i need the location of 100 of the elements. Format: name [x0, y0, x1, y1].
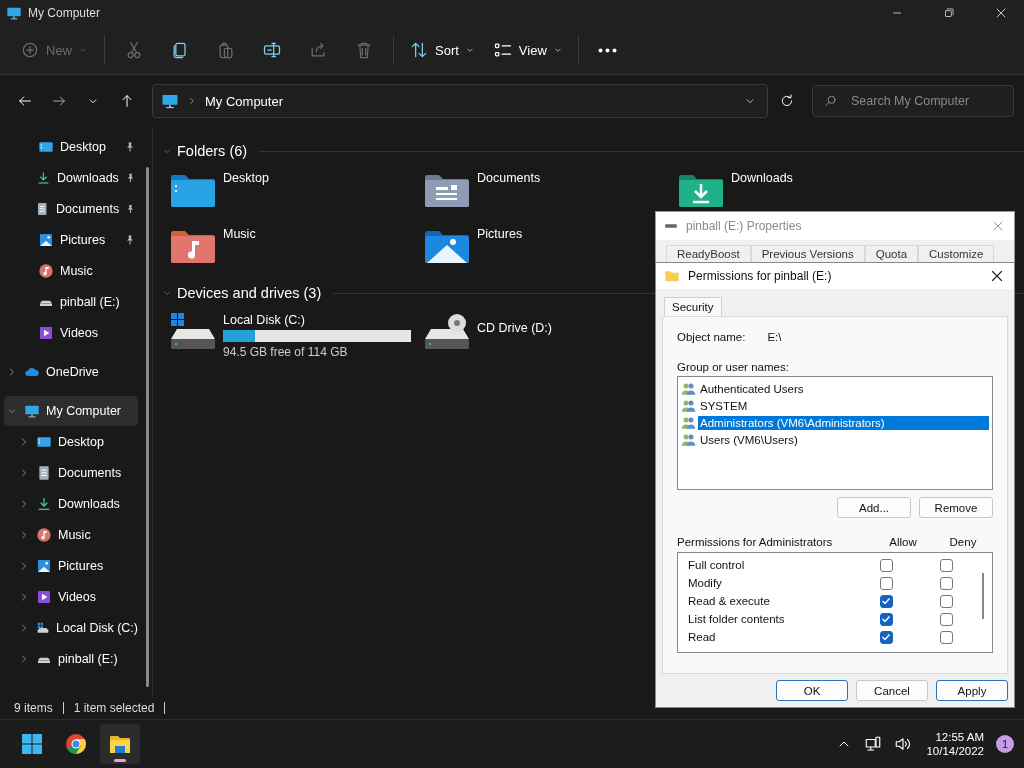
chevron-icon [187, 96, 197, 106]
computer-icon [161, 92, 179, 110]
checkbox[interactable] [939, 576, 953, 590]
download-icon [36, 496, 52, 512]
sidebar-item[interactable]: pinball (E:) [4, 644, 138, 674]
users-icon [681, 381, 696, 396]
refresh-icon [779, 93, 795, 109]
item-count: 9 items [14, 701, 53, 715]
search-field[interactable]: Search My Computer [812, 85, 1014, 117]
permission-name: List folder contents [688, 613, 786, 625]
monitor-icon [38, 139, 54, 155]
sidebar-item[interactable]: My Computer [4, 396, 138, 426]
dialog-button[interactable]: Cancel [856, 680, 928, 701]
more-icon [598, 47, 618, 53]
plus-icon [20, 40, 40, 60]
folder-item[interactable]: Music [169, 225, 423, 271]
sidebar-item[interactable]: Downloads [4, 163, 138, 193]
address-bar[interactable]: My Computer [152, 84, 768, 118]
document-icon [36, 465, 52, 481]
checkbox[interactable] [879, 630, 893, 644]
folder-item[interactable]: Documents [423, 169, 677, 215]
start-icon [20, 732, 44, 756]
picture-icon [38, 232, 54, 248]
sidebar-item[interactable]: Pictures [4, 225, 138, 255]
list-item[interactable]: Users (VM6\Users) [698, 432, 989, 447]
folder-item[interactable]: Downloads [677, 169, 931, 215]
dialog-tab[interactable]: Security [664, 297, 722, 316]
column-header: Deny [948, 536, 978, 548]
monitor-icon [36, 434, 52, 450]
clock-time[interactable]: 12:55 AM [935, 731, 984, 743]
list-item[interactable]: SYSTEM [698, 398, 989, 413]
checkbox[interactable] [939, 612, 953, 626]
rename-icon [262, 40, 282, 60]
sidebar-item[interactable]: Documents [4, 458, 138, 488]
sidebar-item[interactable]: Desktop [4, 132, 138, 162]
dialog-button[interactable]: Add... [837, 497, 911, 518]
check-icon [882, 616, 890, 622]
picture-icon [36, 558, 52, 574]
sidebar-item[interactable]: Local Disk (C:) [4, 613, 138, 643]
notification-badge[interactable]: 1 [996, 735, 1014, 753]
list-item[interactable]: Authenticated Users [698, 381, 989, 396]
checkbox[interactable] [879, 594, 893, 608]
field-label: Object name: [677, 331, 746, 343]
up-icon [119, 93, 135, 109]
sidebar-item[interactable]: Music [4, 520, 138, 550]
dialog-button[interactable]: OK [776, 680, 848, 701]
computer-icon [6, 5, 22, 21]
sidebar-item[interactable]: Downloads [4, 489, 138, 519]
section-title[interactable]: Folders (6) [177, 143, 248, 159]
sidebar-item[interactable]: Documents [4, 194, 138, 224]
checkbox[interactable] [879, 576, 893, 590]
checkbox[interactable] [939, 594, 953, 608]
folder-item[interactable]: Desktop [169, 169, 423, 215]
sidebar-item[interactable]: OneDrive [4, 357, 138, 387]
dialog-title: Permissions for pinball (E:) [688, 269, 832, 283]
sidebar-item[interactable]: Videos [4, 318, 138, 348]
sidebar-item[interactable]: Music [4, 256, 138, 286]
network-icon[interactable] [864, 735, 883, 753]
hard-drive-icon [36, 620, 51, 636]
column-header: Allow [888, 536, 918, 548]
taskbar-app[interactable] [100, 724, 140, 764]
sidebar-item[interactable]: Videos [4, 582, 138, 612]
video-icon [36, 589, 52, 605]
checkbox[interactable] [939, 630, 953, 644]
selection-count: 1 item selected [73, 701, 155, 715]
sort-icon [409, 40, 429, 60]
permission-name: Read & execute [688, 595, 771, 607]
dialog-button[interactable]: Remove [919, 497, 993, 518]
folder-item[interactable]: Local Disk (C:) 94.5 GB free of 114 GB [169, 311, 423, 357]
clock-date[interactable]: 10/14/2022 [926, 745, 984, 757]
hard-drive-icon [169, 311, 217, 351]
checkbox[interactable] [879, 558, 893, 572]
permission-name: Read [688, 631, 717, 643]
permission-name: Modify [688, 577, 723, 589]
download-icon [36, 170, 51, 186]
check-icon [882, 598, 890, 604]
toolbar-button[interactable]: Sort [404, 33, 480, 67]
toolbar-button[interactable]: View [487, 33, 568, 67]
window-title: My Computer [28, 6, 101, 20]
checkbox[interactable] [879, 612, 893, 626]
video-icon [38, 325, 54, 341]
volume-icon[interactable] [894, 735, 913, 753]
sidebar-item[interactable]: Desktop [4, 427, 138, 457]
forward-icon [51, 93, 67, 109]
maximize-icon [942, 6, 956, 20]
computer-icon [24, 403, 40, 419]
sidebar-item[interactable]: Pictures [4, 551, 138, 581]
section-title[interactable]: Devices and drives (3) [177, 285, 322, 301]
field-label: Permissions for Administrators [677, 536, 834, 548]
group-list[interactable]: Authenticated Users SYSTEM Administrators (VM6\Administrators) Users (VM6\Users) [677, 376, 993, 490]
list-item[interactable]: Administrators (VM6\Administrators) [698, 415, 989, 430]
scrollbar[interactable] [982, 573, 984, 619]
field-label: Group or user names: [677, 361, 790, 373]
cd-drive-icon [423, 311, 471, 351]
browser-icon [64, 732, 88, 756]
dialog-button[interactable]: Apply [936, 680, 1008, 701]
sidebar-item[interactable]: pinball (E:) [4, 287, 138, 317]
scrollbar[interactable] [146, 167, 149, 687]
music-icon [38, 263, 54, 279]
checkbox[interactable] [939, 558, 953, 572]
